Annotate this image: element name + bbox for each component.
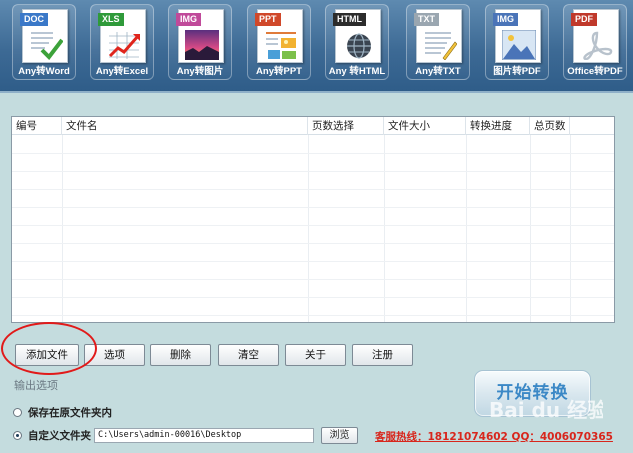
- image-to-pdf-button[interactable]: IMG 图片转PDF: [485, 4, 549, 80]
- any-to-ppt-label: Any转PPT: [256, 66, 302, 77]
- ppt-icon: PPT: [255, 9, 303, 63]
- picture-icon: IMG: [493, 9, 541, 63]
- any-to-word-button[interactable]: DOC Any转Word: [12, 4, 76, 80]
- image-icon: IMG: [176, 9, 224, 63]
- toolbar: DOC Any转Word XLS Any转Excel IMG Any转图片 PP…: [0, 0, 633, 93]
- file-list-table[interactable]: 编号 文件名 页数选择 文件大小 转换进度 总页数: [11, 116, 615, 323]
- any-to-ppt-button[interactable]: PPT Any转PPT: [247, 4, 311, 80]
- excel-chart-icon: XLS: [98, 9, 146, 63]
- custom-folder-label[interactable]: 自定义文件夹: [28, 428, 91, 443]
- keep-original-radio[interactable]: [13, 408, 22, 417]
- any-to-image-button[interactable]: IMG Any转图片: [168, 4, 232, 80]
- column-header-filename[interactable]: 文件名: [62, 117, 308, 135]
- column-header-progress[interactable]: 转换进度: [466, 117, 530, 135]
- output-options-label: 输出选项: [14, 379, 58, 392]
- clear-button[interactable]: 清空: [218, 344, 279, 366]
- output-path-input[interactable]: C:\Users\admin-00016\Desktop: [94, 428, 314, 443]
- pdf-icon: PDF: [571, 9, 619, 63]
- text-doc-icon: TXT: [414, 9, 462, 63]
- column-header-total-pages[interactable]: 总页数: [530, 117, 570, 135]
- any-to-txt-label: Any转TXT: [415, 66, 461, 77]
- any-to-excel-label: Any转Excel: [95, 66, 149, 77]
- column-header-file-size[interactable]: 文件大小: [384, 117, 466, 135]
- support-hotline-link[interactable]: 客服热线：18121074602 QQ：4006070365: [375, 429, 613, 444]
- register-button[interactable]: 注册: [352, 344, 413, 366]
- column-header-page-select[interactable]: 页数选择: [308, 117, 384, 135]
- highlight-circle: [1, 322, 97, 375]
- custom-folder-radio[interactable]: [13, 431, 22, 440]
- any-to-excel-button[interactable]: XLS Any转Excel: [90, 4, 154, 80]
- any-to-word-label: Any转Word: [18, 66, 70, 77]
- browse-button[interactable]: 浏览: [321, 427, 358, 444]
- office-to-pdf-button[interactable]: PDF Office转PDF: [563, 4, 627, 80]
- table-header: 编号 文件名 页数选择 文件大小 转换进度 总页数: [12, 117, 614, 135]
- start-convert-button[interactable]: 开始转换: [474, 370, 591, 417]
- any-to-html-button[interactable]: HTML Any 转HTML: [325, 4, 389, 80]
- image-to-pdf-label: 图片转PDF: [493, 66, 541, 77]
- any-to-html-label: Any 转HTML: [328, 66, 386, 77]
- word-doc-icon: DOC: [20, 9, 68, 63]
- office-to-pdf-label: Office转PDF: [567, 66, 623, 77]
- any-to-image-label: Any转图片: [176, 66, 224, 77]
- keep-original-label[interactable]: 保存在原文件夹内: [28, 405, 112, 420]
- delete-button[interactable]: 删除: [150, 344, 211, 366]
- column-header-number[interactable]: 编号: [12, 117, 62, 135]
- any-to-txt-button[interactable]: TXT Any转TXT: [406, 4, 470, 80]
- about-button[interactable]: 关于: [285, 344, 346, 366]
- globe-icon: HTML: [333, 9, 381, 63]
